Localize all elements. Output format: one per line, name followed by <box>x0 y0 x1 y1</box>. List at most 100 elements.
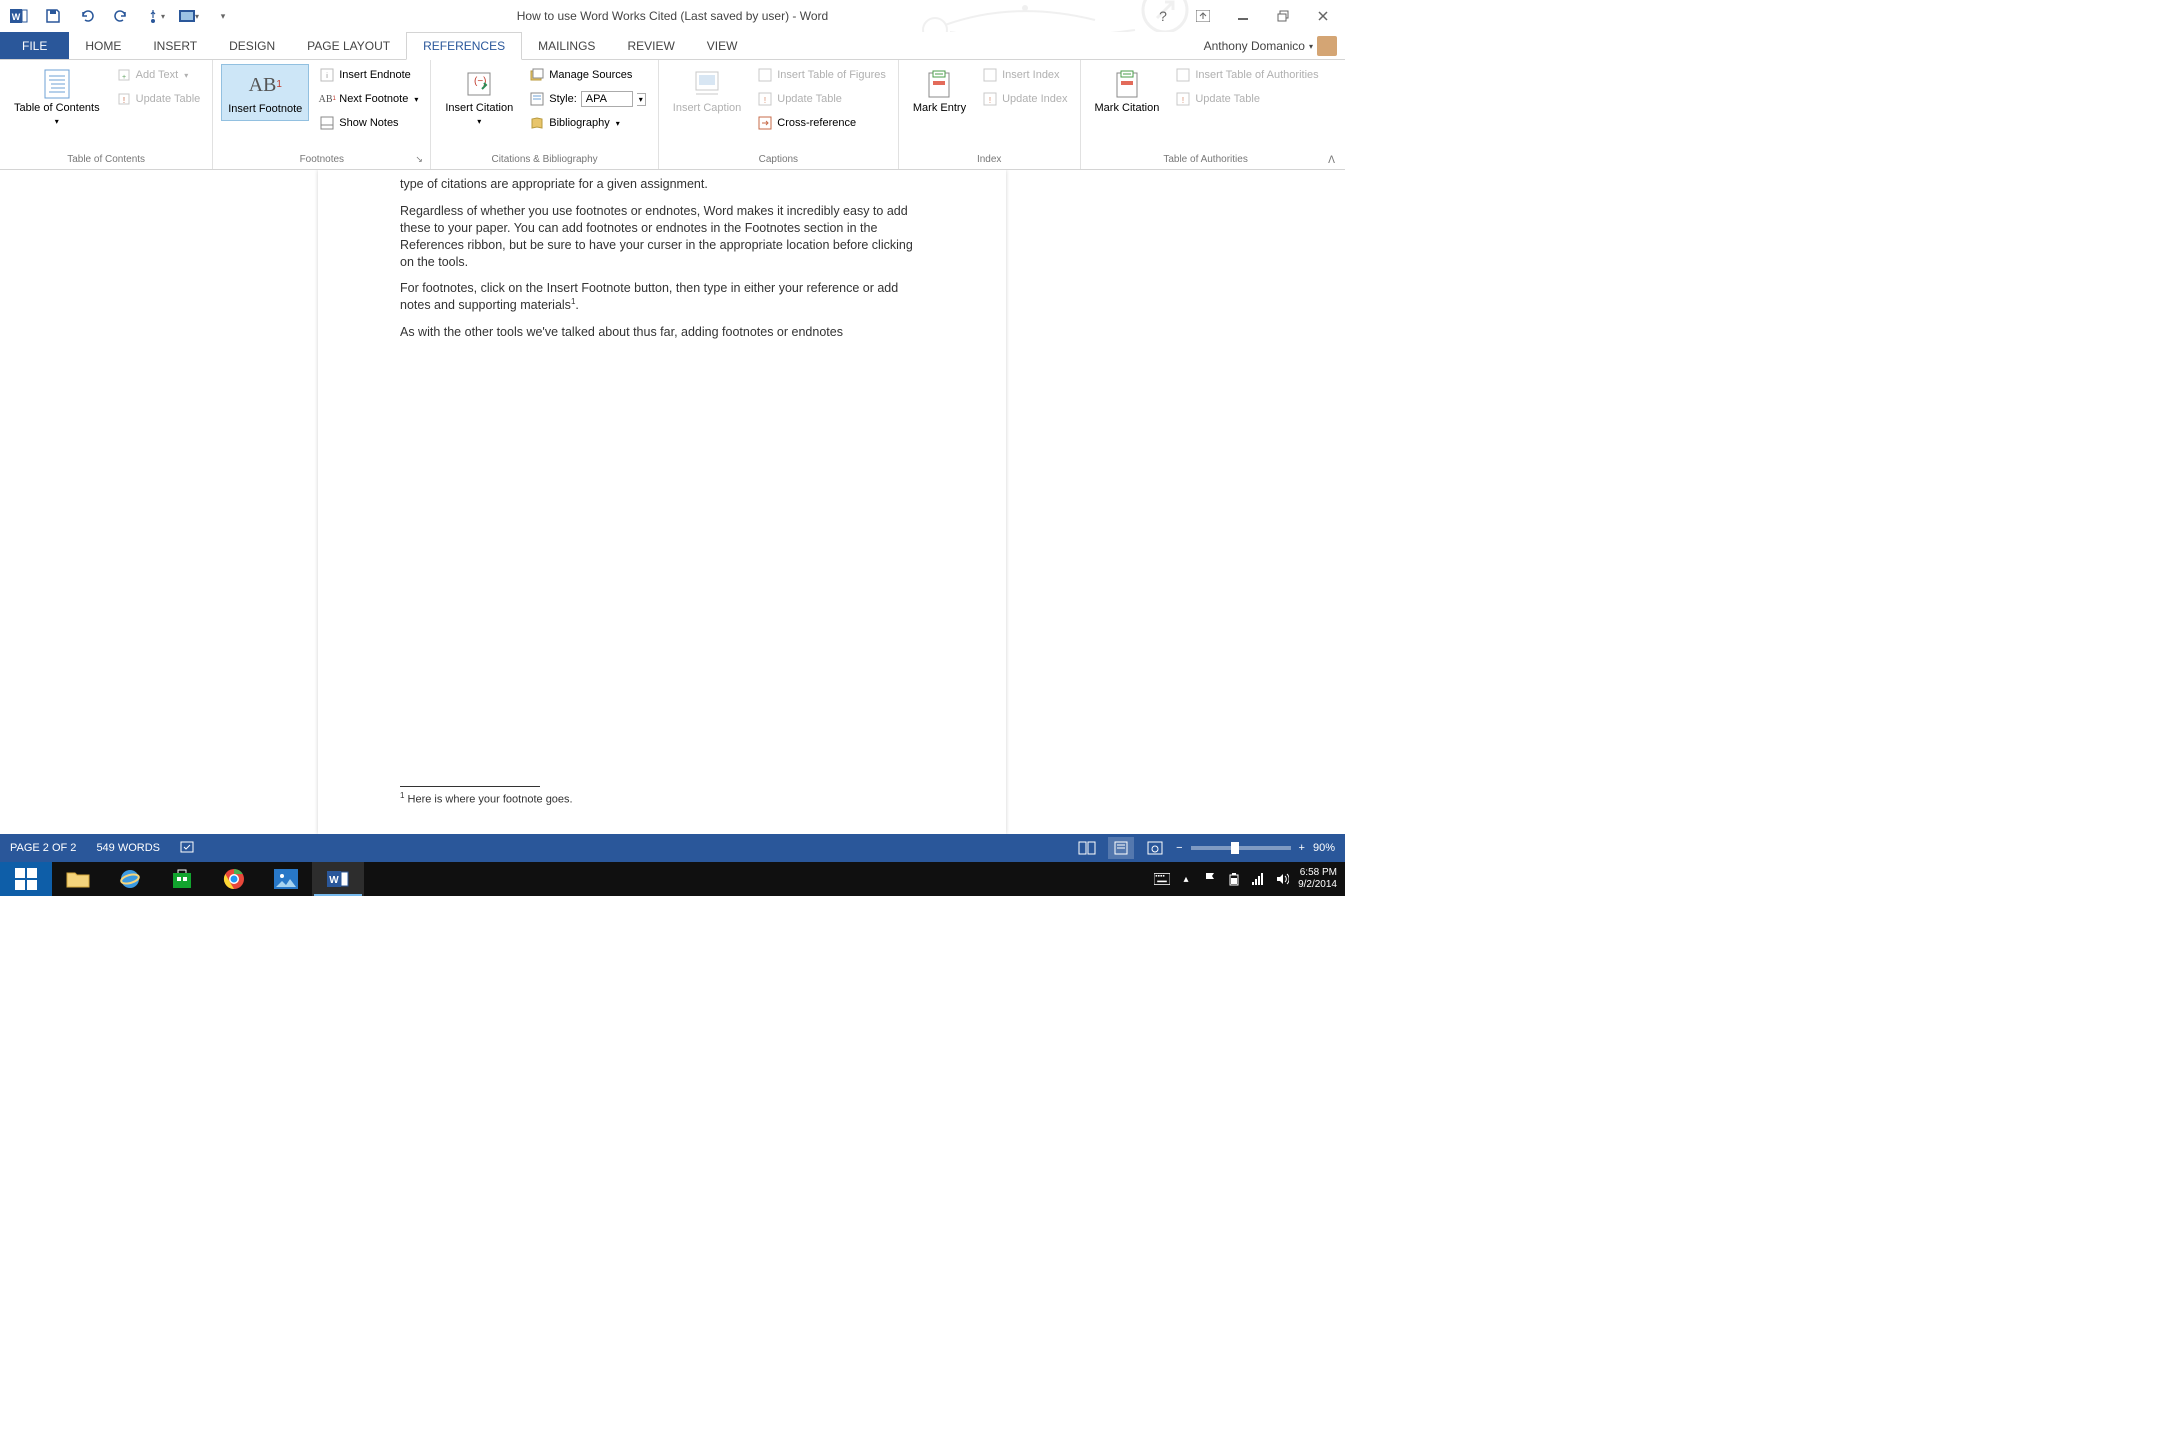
internet-explorer-button[interactable] <box>104 862 156 896</box>
zoom-out-button[interactable]: − <box>1176 842 1182 854</box>
paragraph[interactable]: type of citations are appropriate for a … <box>400 176 924 193</box>
user-account[interactable]: Anthony Domanico ▾ <box>1204 32 1337 60</box>
toa-icon <box>1175 67 1191 83</box>
paragraph[interactable]: For footnotes, click on the Insert Footn… <box>400 280 924 314</box>
web-layout-button[interactable] <box>1142 837 1168 859</box>
chrome-button[interactable] <box>208 862 260 896</box>
group-citations: (−) Insert Citation ▾ Manage Sources Sty… <box>431 60 658 169</box>
insert-footnote-label: Insert Footnote <box>228 103 302 116</box>
tray-expand-icon[interactable]: ▴ <box>1178 871 1194 887</box>
bibliography-label: Bibliography <box>549 117 610 129</box>
qat-item[interactable]: ▾ <box>174 2 204 30</box>
update-toa-button[interactable]: ! Update Table <box>1171 88 1322 110</box>
user-name-label: Anthony Domanico <box>1204 39 1305 53</box>
mark-entry-button[interactable]: Mark Entry <box>907 64 972 119</box>
word-app-icon[interactable]: W <box>4 2 34 30</box>
group-label-footnotes: Footnotes <box>221 152 422 167</box>
show-notes-button[interactable]: Show Notes <box>315 112 422 134</box>
title-bar: W ▾ ▾ ▾ How to use Word Works Cited (Las… <box>0 0 1345 32</box>
tab-design[interactable]: DESIGN <box>213 32 291 59</box>
group-label-toa: Table of Authorities <box>1089 152 1323 167</box>
footnotes-launcher[interactable]: ↘ <box>415 154 427 166</box>
mark-citation-icon <box>1111 68 1143 100</box>
document-body[interactable]: type of citations are appropriate for a … <box>400 176 924 351</box>
redo-button[interactable] <box>106 2 136 30</box>
undo-button[interactable] <box>72 2 102 30</box>
tab-home[interactable]: HOME <box>69 32 137 59</box>
word-taskbar-button[interactable]: W <box>312 862 364 896</box>
wifi-icon[interactable] <box>1250 871 1266 887</box>
document-page[interactable]: type of citations are appropriate for a … <box>318 170 1006 834</box>
insert-table-of-figures-button[interactable]: Insert Table of Figures <box>753 64 890 86</box>
flag-icon[interactable] <box>1202 871 1218 887</box>
keyboard-icon[interactable] <box>1154 871 1170 887</box>
mark-citation-button[interactable]: Mark Citation <box>1089 64 1166 119</box>
insert-footnote-button[interactable]: AB1 Insert Footnote <box>221 64 309 121</box>
tof-icon <box>757 67 773 83</box>
collapse-ribbon-button[interactable]: ᐱ <box>1328 155 1335 166</box>
update-icon: ! <box>116 91 132 107</box>
tab-page-layout[interactable]: PAGE LAYOUT <box>291 32 406 59</box>
update-toc-label: Update Table <box>136 93 201 105</box>
ribbon-display-button[interactable] <box>1189 5 1217 27</box>
volume-icon[interactable] <box>1274 871 1290 887</box>
add-text-button[interactable]: + Add Text▾ <box>112 64 205 86</box>
zoom-thumb[interactable] <box>1231 842 1239 854</box>
footnote-area[interactable]: 1 Here is where your footnote goes. <box>400 786 573 806</box>
restore-button[interactable] <box>1269 5 1297 27</box>
file-explorer-button[interactable] <box>52 862 104 896</box>
insert-citation-label: Insert Citation <box>445 102 513 115</box>
touch-mode-button[interactable]: ▾ <box>140 2 170 30</box>
update-captions-table-button[interactable]: ! Update Table <box>753 88 890 110</box>
zoom-in-button[interactable]: + <box>1299 842 1305 854</box>
document-area[interactable]: type of citations are appropriate for a … <box>0 170 1345 834</box>
cross-reference-button[interactable]: Cross-reference <box>753 112 890 134</box>
qat-customize-button[interactable]: ▾ <box>208 2 238 30</box>
update-toc-button[interactable]: ! Update Table <box>112 88 205 110</box>
spellcheck-icon[interactable] <box>180 841 196 855</box>
close-button[interactable] <box>1309 5 1337 27</box>
next-footnote-label: Next Footnote <box>339 93 408 105</box>
clock[interactable]: 6:58 PM 9/2/2014 <box>1298 867 1337 891</box>
manage-sources-button[interactable]: Manage Sources <box>525 64 650 86</box>
page-indicator[interactable]: PAGE 2 OF 2 <box>10 842 76 854</box>
time-label: 6:58 PM <box>1298 867 1337 879</box>
insert-caption-button[interactable]: Insert Caption <box>667 64 747 119</box>
paragraph[interactable]: Regardless of whether you use footnotes … <box>400 203 924 271</box>
bibliography-button[interactable]: Bibliography▾ <box>525 112 650 134</box>
table-of-contents-button[interactable]: Table of Contents ▾ <box>8 64 106 131</box>
tab-insert[interactable]: INSERT <box>137 32 213 59</box>
footnote-text[interactable]: 1 Here is where your footnote goes. <box>400 791 573 806</box>
tab-file[interactable]: FILE <box>0 32 69 59</box>
start-button[interactable] <box>0 862 52 896</box>
battery-icon[interactable] <box>1226 871 1242 887</box>
date-label: 9/2/2014 <box>1298 879 1337 891</box>
read-mode-button[interactable] <box>1074 837 1100 859</box>
insert-citation-button[interactable]: (−) Insert Citation ▾ <box>439 64 519 131</box>
citation-style-select[interactable]: Style: APA▾ <box>525 88 650 110</box>
show-notes-icon <box>319 115 335 131</box>
zoom-level[interactable]: 90% <box>1313 842 1335 854</box>
store-button[interactable] <box>156 862 208 896</box>
minimize-button[interactable] <box>1229 5 1257 27</box>
insert-endnote-button[interactable]: i Insert Endnote <box>315 64 422 86</box>
tab-review[interactable]: REVIEW <box>611 32 690 59</box>
save-button[interactable] <box>38 2 68 30</box>
insert-toa-button[interactable]: Insert Table of Authorities <box>1171 64 1322 86</box>
zoom-slider[interactable] <box>1191 846 1291 850</box>
tab-mailings[interactable]: MAILINGS <box>522 32 611 59</box>
help-button[interactable]: ? <box>1149 5 1177 27</box>
paragraph[interactable]: As with the other tools we've talked abo… <box>400 324 924 341</box>
print-layout-button[interactable] <box>1108 837 1134 859</box>
group-label-citations: Citations & Bibliography <box>439 152 649 167</box>
tab-references[interactable]: REFERENCES <box>406 32 522 60</box>
word-count[interactable]: 549 WORDS <box>96 842 160 854</box>
style-value[interactable]: APA <box>581 91 633 107</box>
group-index: Mark Entry Insert Index ! Update Index I… <box>899 60 1081 169</box>
insert-index-button[interactable]: Insert Index <box>978 64 1071 86</box>
tab-view[interactable]: VIEW <box>691 32 754 59</box>
update-index-button[interactable]: ! Update Index <box>978 88 1071 110</box>
next-footnote-button[interactable]: AB1 Next Footnote▾ <box>315 88 422 110</box>
photos-button[interactable] <box>260 862 312 896</box>
footnote-content: Here is where your footnote goes. <box>404 794 572 806</box>
